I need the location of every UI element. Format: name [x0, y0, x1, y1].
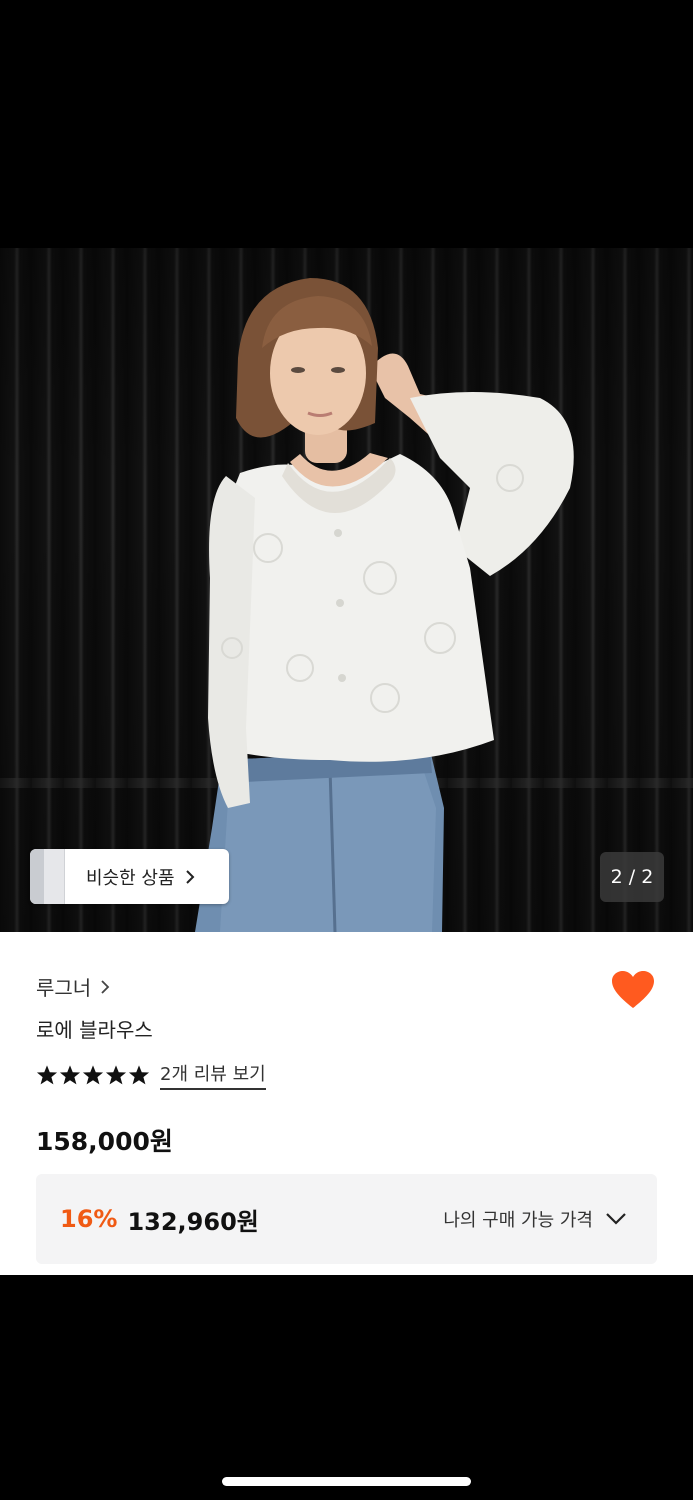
heart-icon[interactable]	[611, 970, 655, 1010]
chevron-down-icon	[606, 1213, 626, 1225]
similar-products-thumbnails	[30, 849, 66, 904]
similar-products-button[interactable]: 비슷한 상품	[30, 849, 229, 904]
rating-row: 2개 리뷰 보기	[36, 1060, 266, 1090]
brand-link[interactable]: 루그너	[36, 972, 111, 1001]
image-page-counter: 2 / 2	[600, 852, 664, 902]
star-icon	[36, 1065, 58, 1085]
product-image[interactable]: 비슷한 상품 2 / 2	[0, 248, 693, 932]
star-icon	[128, 1065, 150, 1085]
discount-percent: 16%	[60, 1205, 118, 1233]
my-price-label: 나의 구매 가능 가격	[443, 1210, 593, 1231]
chevron-right-icon	[185, 869, 194, 884]
my-price-box[interactable]: 16% 132,960원 나의 구매 가능 가격	[36, 1174, 657, 1264]
review-link[interactable]: 2개 리뷰 보기	[160, 1060, 266, 1090]
home-indicator	[222, 1477, 471, 1486]
model-figure	[195, 278, 574, 932]
product-info: 루그너 로에 블라우스 2개 리뷰 보기 158,000원 16% 132,96…	[0, 932, 693, 1275]
star-icon	[105, 1065, 127, 1085]
sale-price: 132,960원	[127, 1207, 259, 1236]
product-name: 로에 블라우스	[36, 1018, 153, 1042]
brand-name: 루그너	[36, 976, 92, 1000]
similar-products-label: 비슷한 상품	[86, 867, 175, 889]
chevron-right-icon	[101, 979, 110, 994]
original-price: 158,000원	[36, 1127, 173, 1156]
star-icon	[82, 1065, 104, 1085]
rating-stars	[36, 1064, 150, 1086]
star-icon	[59, 1065, 81, 1085]
